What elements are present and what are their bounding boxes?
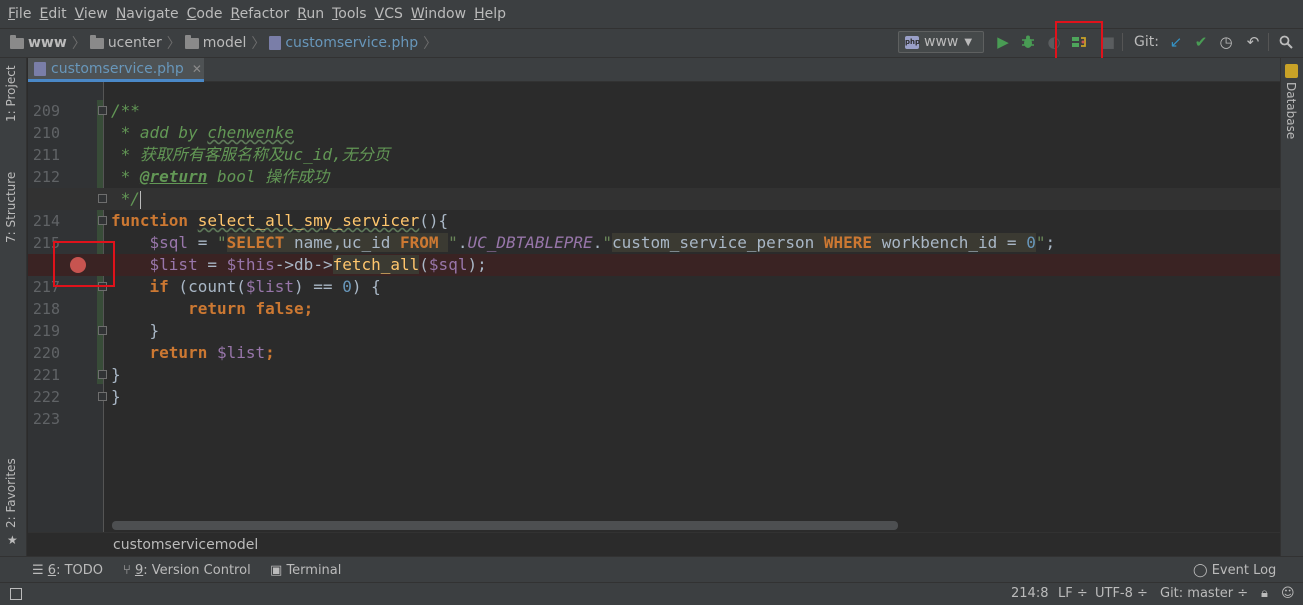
git-commit-icon[interactable]: ✔ [1192,33,1210,51]
caret-position[interactable]: 214:8 [1011,586,1048,601]
text-caret [139,190,141,209]
event-log-tool-button[interactable]: ◯ Event Log [1193,563,1276,578]
fold-marker[interactable] [98,194,107,203]
structure-breadcrumb: customservicemodel [28,532,1280,556]
code-line: 215 function select_all_smy_servicer(){ [32,211,449,252]
tool-windows-toggle-icon[interactable] [10,588,22,600]
right-tool-strip: Database [1280,58,1303,556]
tool-window-bar: ☰ 6: TODO ⑂ 9: Version Control ▣ Termina… [0,556,1303,582]
menu-item[interactable]: VCS [375,4,403,24]
php-icon: php [905,35,920,49]
menu-item[interactable]: Window [411,4,466,24]
todo-tool-button[interactable]: ☰ 6: TODO [32,563,103,578]
todo-icon: ☰ [32,563,44,578]
menu-item[interactable]: Code [187,4,223,24]
status-bar: 214:8 LF ÷ UTF-8 ÷ Git: master ÷ 🔒︎ ☺︎ [0,582,1303,605]
breadcrumb-separator: 〉 [423,36,438,52]
menu-item[interactable]: Refactor [230,4,289,24]
star-icon: ★ [7,533,18,547]
run-icon[interactable]: ▶ [994,33,1012,51]
code-line: 221 return $list; [32,343,275,384]
database-tool-tab[interactable]: Database [1284,82,1298,139]
fold-marker[interactable] [98,326,107,335]
left-tool-strip: 1: Project 7: Structure 2: Favorites ★ [0,58,27,556]
lock-icon[interactable]: 🔒︎ [1261,586,1268,601]
file-encoding[interactable]: UTF-8 ÷ [1095,586,1148,601]
terminal-icon: ▣ [270,563,283,578]
menu-item[interactable]: View [75,4,108,24]
breadcrumb-root[interactable]: www [10,34,67,51]
code-line: 223 } [32,387,121,428]
git-revert-icon[interactable]: ↶ [1244,33,1262,51]
menu-item[interactable]: Edit [39,4,66,24]
search-icon[interactable] [1277,33,1295,51]
git-label: Git: [1134,34,1159,50]
menu-item[interactable]: File [8,4,31,24]
database-icon [1285,64,1298,78]
code-line: 216 $sql = "SELECT name,uc_id FROM ".UC_… [33,233,1056,274]
branch-icon: ⑂ [123,563,131,578]
code-line: 211 * add by chenwenke [32,123,295,164]
git-update-icon[interactable]: ↙ [1167,33,1185,51]
fold-marker[interactable] [98,370,107,379]
horizontal-scrollbar[interactable] [112,521,898,530]
code-line: 210 /** [32,101,140,142]
project-tool-tab[interactable]: 1: Project [4,65,18,122]
code-line: 213 * @return bool 操作成功 [33,167,330,208]
code-line: 220 } [32,321,160,362]
menu-item[interactable]: Navigate [116,4,179,24]
code-line-current: 214 */ [28,188,1280,230]
toolbar-divider [1122,33,1123,51]
favorites-tool-tab[interactable]: 2: Favorites [4,458,18,528]
git-history-icon[interactable]: ◷ [1217,33,1235,51]
code-line: 218 if (count($list) == 0) { [32,277,381,318]
highlight-box [53,241,115,287]
folder-icon [89,34,104,49]
code-line: 222 } [32,365,121,406]
breadcrumb-separator: 〉 [71,36,86,52]
run-configuration-select[interactable]: php www ▼ [898,31,984,53]
close-icon[interactable]: ✕ [192,62,202,76]
code-editor[interactable]: 209 210 /** 211 * add by chenwenke 212 *… [28,82,1280,532]
menu-item[interactable]: Tools [332,4,367,24]
chevron-down-icon: ▼ [964,36,973,48]
code-line: 219 return false; [32,299,314,340]
breadcrumb-ucenter[interactable]: ucenter [89,34,162,51]
menu-item[interactable]: Run [297,4,324,24]
editor-tab-customservice[interactable]: customservice.php ✕ [28,58,204,82]
breadcrumb-separator: 〉 [166,36,181,52]
editor-tab-bar: customservice.php ✕ [28,58,1280,82]
fold-marker[interactable] [98,106,107,115]
breadcrumb-file[interactable]: customservice.php [269,35,418,51]
code-line: 209 [32,102,60,120]
inspector-icon[interactable]: ☺︎ [1281,586,1295,601]
terminal-tool-button[interactable]: ▣ Terminal [270,563,341,578]
toolbar-divider [1268,33,1269,51]
php-file-icon [269,36,282,50]
highlight-box [1055,21,1103,62]
folder-icon [184,34,199,49]
line-separator[interactable]: LF ÷ [1058,586,1088,601]
event-log-icon: ◯ [1193,563,1208,578]
breadcrumb-separator: 〉 [251,36,266,52]
fold-marker[interactable] [98,392,107,401]
php-file-icon [34,61,46,76]
menu-item[interactable]: Help [474,4,506,24]
fold-marker[interactable] [98,216,107,225]
code-line-breakpoint: 217 $list = $this->db->fetch_all($sql); [28,254,1280,296]
structure-tool-tab[interactable]: 7: Structure [4,172,18,243]
version-control-tool-button[interactable]: ⑂ 9: Version Control [123,563,251,578]
code-line: 212 * 获取所有客服名称及uc_id,无分页 [32,145,390,186]
menu-bar: File Edit View Navigate Code Refactor Run Tools… [0,0,1303,28]
git-branch[interactable]: Git: master ÷ [1160,586,1248,601]
breadcrumb-model[interactable]: model [184,34,246,51]
folder-icon [10,34,24,49]
debug-icon[interactable] [1019,33,1037,51]
